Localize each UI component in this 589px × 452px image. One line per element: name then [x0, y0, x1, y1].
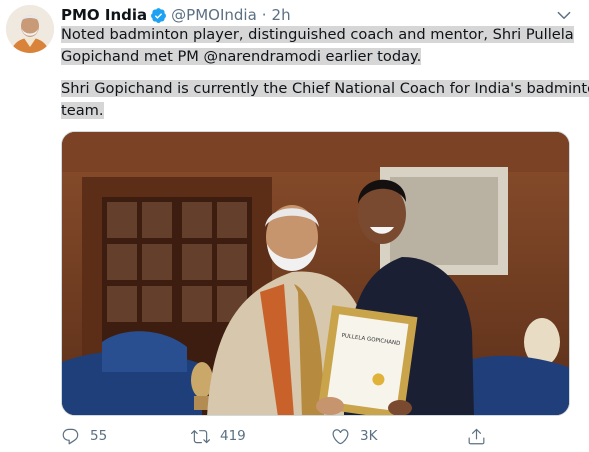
tweet-text-line-4: team. — [61, 102, 104, 119]
tweet-header: PMO India @PMOIndia · 2h — [61, 5, 559, 25]
share-button[interactable] — [467, 424, 496, 448]
tweet-text-line-3: Shri Gopichand is currently the Chief Na… — [61, 80, 589, 97]
tweet-actions: 55 419 3K — [61, 424, 521, 448]
avatar[interactable] — [6, 5, 54, 53]
like-icon — [332, 428, 349, 444]
tweet-timestamp[interactable]: 2h — [272, 6, 291, 24]
like-button[interactable]: 3K — [331, 424, 377, 448]
reply-button[interactable]: 55 — [61, 424, 107, 448]
like-count: 3K — [360, 428, 378, 444]
reply-icon — [62, 428, 79, 444]
tweet-card: PMO India @PMOIndia · 2h Noted badminton… — [0, 0, 589, 452]
author-handle[interactable]: @PMOIndia — [171, 6, 257, 24]
tweet-text-line-1: Noted badminton player, distinguished co… — [61, 26, 574, 43]
share-icon — [468, 428, 485, 444]
retweet-icon — [191, 429, 210, 443]
retweet-button[interactable]: 419 — [191, 424, 246, 448]
mention-link[interactable]: @narendramodi — [204, 48, 321, 65]
tweet-text: Noted badminton player, distinguished co… — [61, 24, 589, 122]
photo-scene: PULLELA GOPICHAND — [62, 132, 569, 415]
chevron-down-icon[interactable] — [555, 6, 573, 24]
reply-count: 55 — [90, 428, 108, 444]
retweet-count: 419 — [220, 428, 246, 444]
verified-icon — [151, 7, 167, 23]
avatar-photo — [6, 5, 54, 53]
tweet-photo[interactable]: PULLELA GOPICHAND — [61, 131, 570, 416]
author-name[interactable]: PMO India — [61, 6, 147, 24]
tweet-text-line-2-suffix: earlier today. — [320, 48, 422, 65]
tweet-text-line-2-prefix: Gopichand met PM — [61, 48, 204, 65]
header-separator: · — [261, 6, 267, 24]
